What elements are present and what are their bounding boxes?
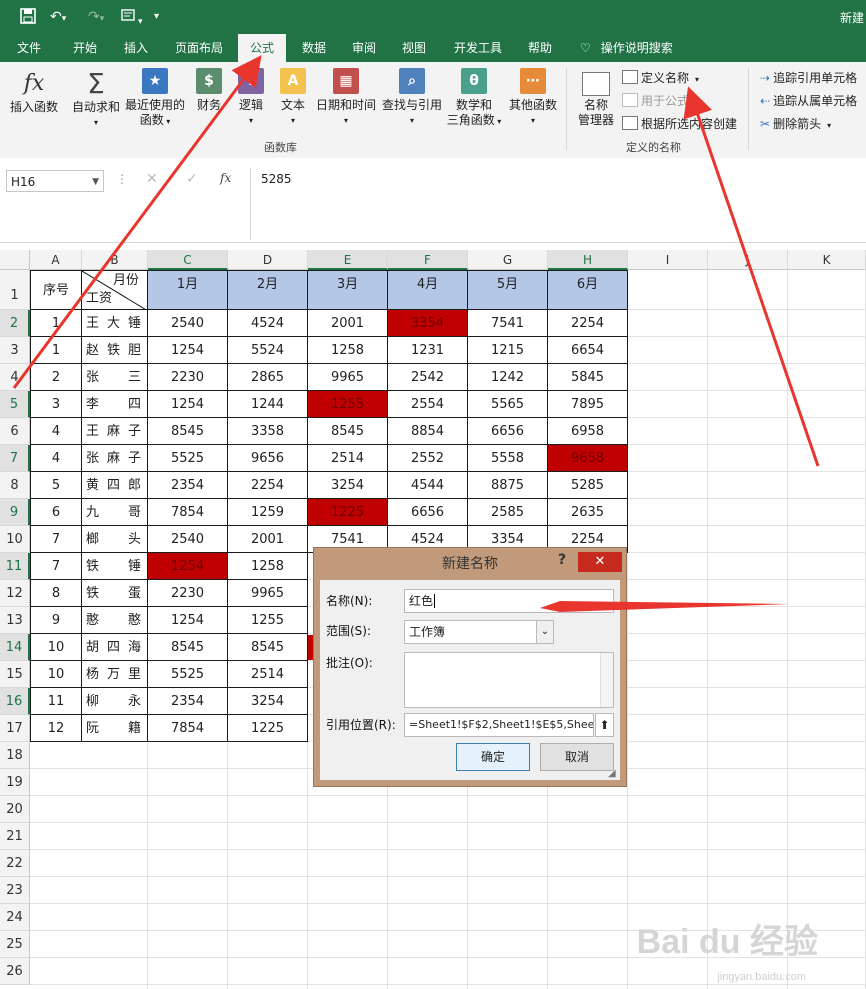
watermark-logo: Bai du 经验	[636, 923, 818, 961]
arrow-to-formulas-tab	[12, 55, 262, 389]
watermark-url: jingyan.baidu.com	[717, 971, 806, 983]
arrow-to-name-field	[540, 601, 790, 612]
arrow-to-define-name	[683, 86, 820, 467]
annotation-arrows	[12, 55, 820, 612]
